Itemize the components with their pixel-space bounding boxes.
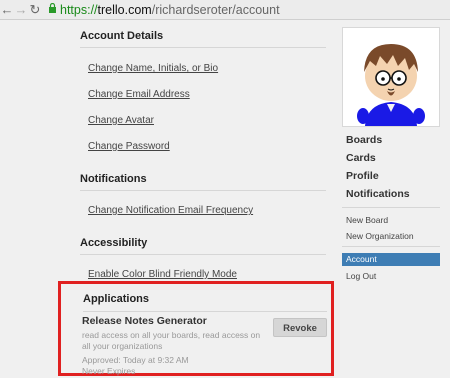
sidebar-item-cards[interactable]: Cards xyxy=(346,152,376,164)
applications-section: Applications Release Notes Generator rea… xyxy=(58,281,334,376)
sidebar-item-profile[interactable]: Profile xyxy=(346,170,379,182)
new-organization-link[interactable]: New Organization xyxy=(346,231,414,241)
account-settings: Account Details Change Name, Initials, o… xyxy=(80,20,326,280)
sidebar-item-boards[interactable]: Boards xyxy=(346,134,382,146)
browser-address-bar: ← → ↻ https://trello.com/richardseroter/… xyxy=(0,0,450,20)
app-approved-date: Approved: Today at 9:32 AM xyxy=(82,355,189,365)
app-name: Release Notes Generator xyxy=(82,315,207,327)
change-email-link[interactable]: Change Email Address xyxy=(88,89,326,100)
change-password-link[interactable]: Change Password xyxy=(88,141,326,152)
lock-icon xyxy=(48,2,57,16)
applications-heading: Applications xyxy=(83,293,327,312)
sidebar-divider xyxy=(342,207,440,208)
avatar[interactable] xyxy=(342,27,440,127)
revoke-button[interactable]: Revoke xyxy=(273,318,327,337)
color-blind-mode-link[interactable]: Enable Color Blind Friendly Mode xyxy=(88,269,326,280)
back-icon[interactable]: ← xyxy=(0,0,14,19)
change-name-link[interactable]: Change Name, Initials, or Bio xyxy=(88,63,326,74)
account-details-heading: Account Details xyxy=(80,30,326,48)
forward-icon[interactable]: → xyxy=(14,0,28,19)
new-board-link[interactable]: New Board xyxy=(346,215,388,225)
notifications-heading: Notifications xyxy=(80,173,326,191)
sidebar-divider xyxy=(342,246,440,247)
url-field[interactable]: https://trello.com/richardseroter/accoun… xyxy=(60,3,280,17)
change-avatar-link[interactable]: Change Avatar xyxy=(88,115,326,126)
sidebar-item-account[interactable]: Account xyxy=(342,253,440,266)
reload-icon[interactable]: ↻ xyxy=(28,0,42,19)
app-permissions: read access on all your boards, read acc… xyxy=(82,330,261,351)
notification-frequency-link[interactable]: Change Notification Email Frequency xyxy=(88,205,326,216)
sidebar-item-notifications[interactable]: Notifications xyxy=(346,188,410,200)
accessibility-heading: Accessibility xyxy=(80,237,326,255)
app-expiry: Never Expires xyxy=(82,366,136,376)
logout-link[interactable]: Log Out xyxy=(346,271,376,281)
